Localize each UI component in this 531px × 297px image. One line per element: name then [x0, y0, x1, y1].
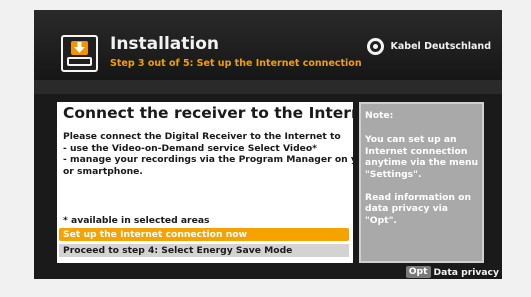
opt-key-badge[interactable]: Opt	[405, 266, 431, 278]
description-line: - manage your recordings via the Program…	[63, 154, 391, 165]
step-indicator: Step 3 out of 5: Set up the Internet con…	[110, 58, 362, 69]
divider	[34, 80, 502, 94]
note-panel: Note: You can set up an Internet connect…	[359, 102, 484, 263]
note-body: You can set up an Internet connection an…	[365, 134, 481, 238]
header: Installation Step 3 out of 5: Set up the…	[34, 10, 502, 80]
download-arrow-icon	[71, 41, 88, 55]
brand: Kabel Deutschland	[366, 38, 492, 55]
main-description: Please connect the Digital Receiver to t…	[63, 131, 391, 177]
kabel-deutschland-logo-icon	[366, 38, 384, 55]
receiver-tray-icon	[67, 57, 92, 66]
note-paragraph: Read information on data privacy via "Op…	[365, 191, 472, 226]
note-paragraph: You can set up an Internet connection an…	[365, 134, 479, 180]
page-title: Installation	[110, 34, 220, 54]
note-heading: Note:	[365, 110, 394, 121]
description-line: or smartphone.	[63, 165, 143, 177]
proceed-step-4-option[interactable]: Proceed to step 4: Select Energy Save Mo…	[59, 244, 349, 257]
tv-screen: Installation Step 3 out of 5: Set up the…	[34, 10, 502, 279]
main-panel: Connect the receiver to the Internet Ple…	[57, 102, 391, 263]
footer: Opt Data privacy	[405, 266, 500, 278]
main-title: Connect the receiver to the Internet	[63, 104, 380, 122]
brand-name: Kabel Deutschland	[390, 41, 492, 52]
description-line: Please connect the Digital Receiver to t…	[63, 131, 341, 142]
data-privacy-label: Data privacy	[433, 266, 500, 278]
footnote: * available in selected areas	[63, 215, 210, 226]
download-to-receiver-icon	[61, 35, 98, 72]
setup-internet-now-option[interactable]: Set up the Internet connection now	[59, 228, 349, 241]
description-line: - use the Video-on-Demand service Select…	[63, 142, 317, 154]
